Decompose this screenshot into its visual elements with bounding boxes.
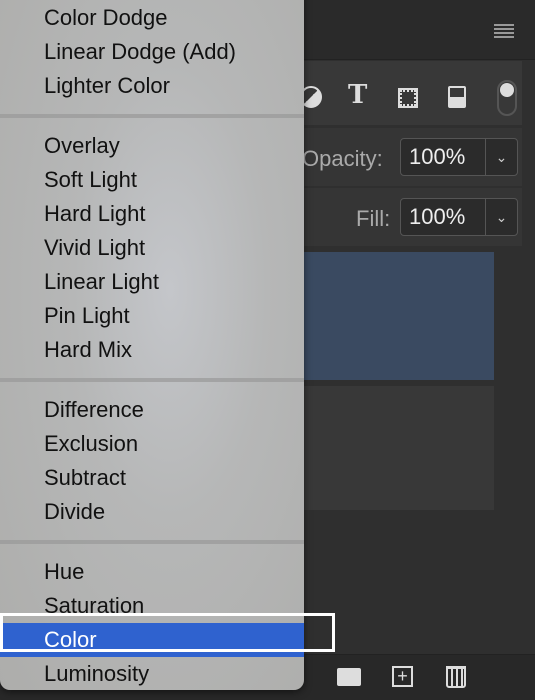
- selected-layer-row[interactable]: [300, 252, 494, 380]
- menu-item-lighter-color[interactable]: Lighter Color: [0, 69, 304, 103]
- new-layer-icon[interactable]: +: [392, 666, 413, 687]
- menu-item-soft-light[interactable]: Soft Light: [0, 163, 304, 197]
- type-icon[interactable]: T: [348, 80, 367, 110]
- menu-item-exclusion[interactable]: Exclusion: [0, 427, 304, 461]
- menu-item-luminosity[interactable]: Luminosity: [0, 657, 304, 691]
- menu-item-hard-mix[interactable]: Hard Mix: [0, 333, 304, 367]
- menu-item-divide[interactable]: Divide: [0, 495, 304, 529]
- menu-item-linear-light[interactable]: Linear Light: [0, 265, 304, 299]
- focus-outline: [0, 613, 335, 652]
- opacity-label: Opacity:: [302, 146, 383, 171]
- menu-item-subtract[interactable]: Subtract: [0, 461, 304, 495]
- filter-toggle[interactable]: [497, 80, 517, 116]
- shape-transform-icon[interactable]: [398, 88, 418, 108]
- menu-item-pin-light[interactable]: Pin Light: [0, 299, 304, 333]
- menu-item-overlay[interactable]: Overlay: [0, 129, 304, 163]
- folder-icon[interactable]: [337, 668, 361, 686]
- opacity-field[interactable]: 100% ⌄: [400, 138, 518, 176]
- chevron-down-icon[interactable]: ⌄: [485, 199, 517, 235]
- chevron-down-icon[interactable]: ⌄: [485, 139, 517, 175]
- smart-object-icon[interactable]: [448, 86, 466, 108]
- panel-menu-icon[interactable]: [494, 24, 514, 38]
- menu-separator: [0, 378, 304, 382]
- menu-item-linear-dodge-add[interactable]: Linear Dodge (Add): [0, 35, 304, 69]
- menu-item-color-dodge[interactable]: Color Dodge: [0, 1, 304, 35]
- menu-separator: [0, 540, 304, 544]
- fill-value[interactable]: 100%: [409, 204, 465, 230]
- menu-item-hue[interactable]: Hue: [0, 555, 304, 589]
- menu-separator: [0, 114, 304, 118]
- menu-item-hard-light[interactable]: Hard Light: [0, 197, 304, 231]
- menu-item-vivid-light[interactable]: Vivid Light: [0, 231, 304, 265]
- menu-item-difference[interactable]: Difference: [0, 393, 304, 427]
- trash-icon[interactable]: [446, 666, 466, 688]
- fill-label: Fill:: [356, 206, 391, 231]
- opacity-value[interactable]: 100%: [409, 144, 465, 170]
- fill-field[interactable]: 100% ⌄: [400, 198, 518, 236]
- layer-row[interactable]: [300, 386, 494, 510]
